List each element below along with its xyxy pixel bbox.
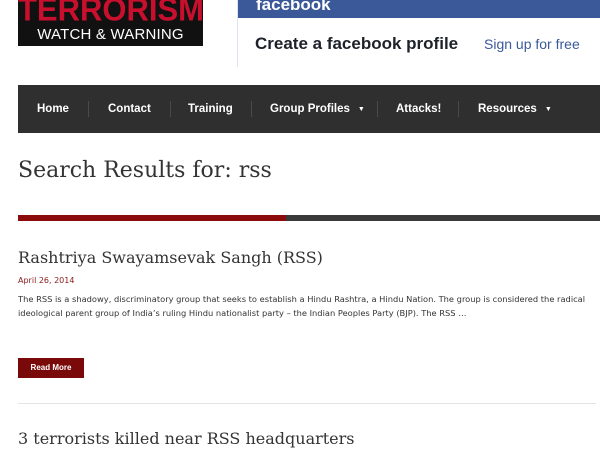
nav-separator <box>377 101 378 117</box>
logo-subtitle: WATCH & WARNING <box>37 26 184 43</box>
nav-item-contact[interactable]: Contact <box>108 85 151 133</box>
facebook-ad-banner[interactable]: facebook Create a facebook profile Sign … <box>237 0 600 67</box>
nav-item-resources[interactable]: Resources ▼ <box>478 85 552 133</box>
nav-item-group-profiles[interactable]: Group Profiles ▼ <box>270 85 365 133</box>
result-date: April 26, 2014 <box>18 276 75 285</box>
result-excerpt: The RSS is a shadowy, discriminatory gro… <box>18 294 586 318</box>
chevron-down-icon: ▼ <box>357 106 365 113</box>
nav-item-attacks[interactable]: Attacks! <box>396 85 441 133</box>
nav-item-home[interactable]: Home <box>37 85 69 133</box>
nav-separator <box>170 101 171 117</box>
site-logo[interactable]: TERRORISM WATCH & WARNING <box>18 0 204 46</box>
nav-item-label: Training <box>188 103 233 115</box>
nav-item-label: Resources <box>478 103 537 115</box>
result-title-link[interactable]: Rashtriya Swayamsevak Sangh (RSS) <box>18 248 323 267</box>
title-underline-accent <box>18 215 286 221</box>
chevron-down-icon: ▼ <box>544 106 552 113</box>
result-title-link[interactable]: 3 terrorists killed near RSS headquarter… <box>18 429 355 448</box>
title-underline <box>286 215 600 221</box>
logo-title: TERRORISM <box>18 0 204 28</box>
nav-item-label: Home <box>37 103 69 115</box>
read-more-button[interactable]: Read More <box>18 358 84 378</box>
facebook-logo: facebook <box>256 0 331 14</box>
nav-separator <box>251 101 252 117</box>
facebook-ad-header: facebook <box>238 0 600 18</box>
facebook-signup-link[interactable]: Sign up for free <box>484 36 580 52</box>
nav-item-training[interactable]: Training <box>188 85 233 133</box>
nav-separator <box>88 101 89 117</box>
result-divider <box>18 403 596 404</box>
nav-item-label: Attacks! <box>396 103 442 115</box>
nav-separator <box>458 101 459 117</box>
nav-item-label: Contact <box>108 103 151 115</box>
facebook-ad-headline[interactable]: Create a facebook profile <box>255 34 458 54</box>
nav-item-label: Group Profiles <box>270 103 350 115</box>
page-title: Search Results for: rss <box>18 158 272 183</box>
main-navigation: Home Contact Training Group Profiles ▼ At… <box>18 85 600 133</box>
